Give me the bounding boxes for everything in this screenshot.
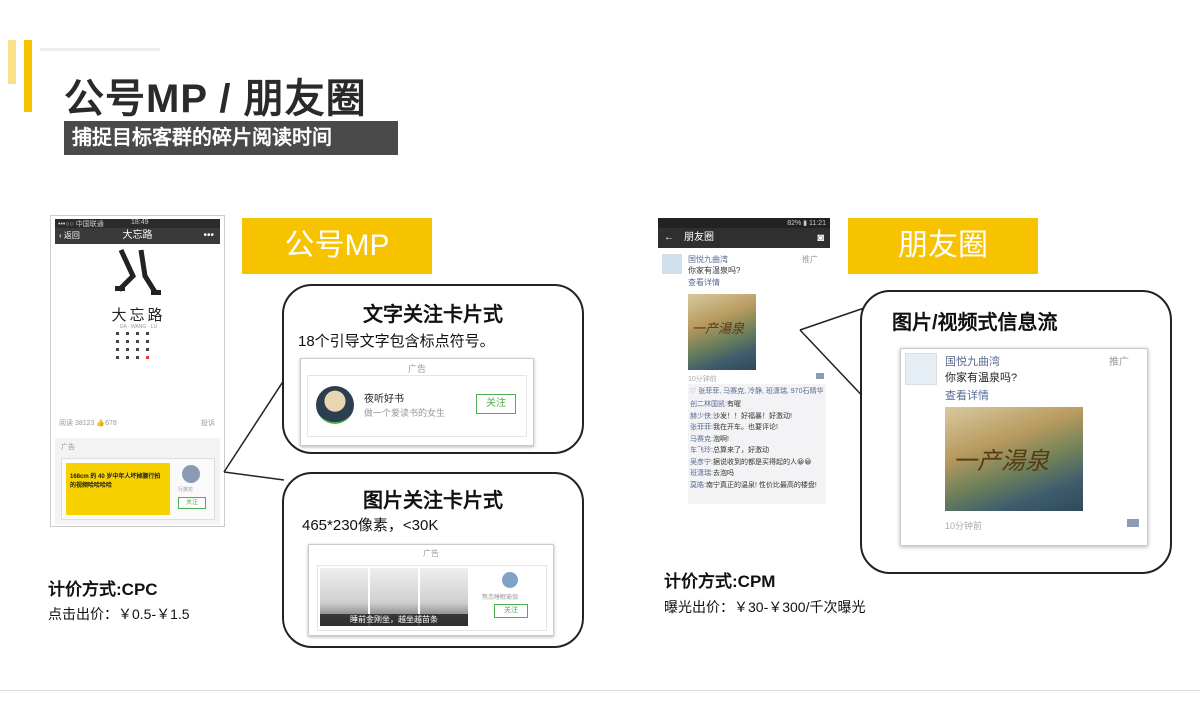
header-divider xyxy=(40,48,160,51)
nav-title: 朋友圈 xyxy=(684,232,714,243)
moments-pricing-value: 曝光出价：￥30-￥300/千次曝光 xyxy=(664,599,866,615)
image-card-desc: 465*230像素，<30K xyxy=(302,517,439,534)
camera-icon[interactable]: ◙ xyxy=(817,228,824,248)
moments-preview: 国悦九曲湾 推广 你家有温泉吗? 查看详情 一产湯泉 10分钟前 xyxy=(900,348,1148,546)
image-card-title: 图片关注卡片式 xyxy=(363,490,503,512)
brand-logo: 大忘路 xyxy=(111,306,166,324)
account-avatar xyxy=(905,353,937,385)
ad-label: 广告 xyxy=(61,444,75,451)
account-slogan: 做一个爱读书的女生 xyxy=(364,408,446,418)
follow-button[interactable]: 关注 xyxy=(494,604,528,618)
text-card-preview: 广告 夜听好书 做一个爱读书的女生 关注 xyxy=(300,358,534,446)
ad-area: 广告 168cm 的 40 岁中年人坏掉腰行拍的视频哈哈哈哈 行旅花 关注 xyxy=(55,438,220,524)
comment-item: 车飞玲:总算来了，好激动 xyxy=(690,447,769,454)
back-arrow-icon[interactable]: ← xyxy=(664,228,674,248)
promo-label: 推广 xyxy=(1109,357,1129,368)
post-time: 10分钟前 xyxy=(945,521,983,531)
footer-divider xyxy=(0,690,1200,691)
follow-button[interactable]: 关注 xyxy=(178,497,206,509)
status-bar: 82% ▮ 11:21 xyxy=(658,218,830,228)
comment-item: 马赛克:泡啊! xyxy=(690,435,729,443)
mp-pricing-label: 计价方式:CPC xyxy=(48,580,158,599)
mp-phone-mock: •••○○ 中国联通 18:49 ‹ 返回 大忘路 ••• 大忘路 DA · W… xyxy=(50,215,225,527)
comment-item: 吴彦宁:据说收到的都是买得起的人😀😀 xyxy=(690,458,812,466)
header-accent-light xyxy=(8,40,16,84)
brand-subtitle: DA · WANG · LU xyxy=(119,324,158,330)
nav-title: 大忘路 xyxy=(122,230,153,241)
text-card-title: 文字关注卡片式 xyxy=(363,304,503,326)
moments-bubble-title: 图片/视频式信息流 xyxy=(892,312,1058,334)
moments-tag: 朋友圈 xyxy=(848,218,1038,274)
account-name: 夜听好书 xyxy=(364,394,404,405)
text-card-desc: 18个引导文字包含标点符号。 xyxy=(298,333,495,350)
brand-pattern xyxy=(116,332,149,359)
image-card-bubble: 图片关注卡片式 465*230像素，<30K 广告 睡前金刚坐，越坐越苗条 熬恋… xyxy=(282,472,584,648)
ad-account: 行旅花 xyxy=(178,487,194,493)
image-card-preview: 广告 睡前金刚坐，越坐越苗条 熬恋睡眠瑜伽 关注 xyxy=(308,544,554,636)
account-name[interactable]: 国悦九曲湾 xyxy=(945,353,1000,369)
details-link[interactable]: 查看详情 xyxy=(945,387,989,403)
text-card-bubble: 文字关注卡片式 18个引导文字包含标点符号。 广告 夜听好书 做一个爱读书的女生… xyxy=(282,284,584,454)
page-subtitle: 捕捉目标客群的碎片阅读时间 xyxy=(64,121,398,155)
comment-item: 莫皓:南宁真正的温泉! 性价比最高的楼盘! xyxy=(690,481,817,489)
image-ad-card[interactable]: 睡前金刚坐，越坐越苗条 熬恋睡眠瑜伽 关注 xyxy=(317,565,547,631)
comment-icon[interactable] xyxy=(1127,519,1139,527)
preview-ad-label: 广告 xyxy=(423,549,439,558)
mp-pricing-value: 点击出价：￥0.5-￥1.5 xyxy=(48,606,190,622)
status-bar: •••○○ 中国联通 18:49 xyxy=(55,219,220,228)
phone-navbar: ‹ 返回 大忘路 ••• xyxy=(55,228,220,244)
comment-item: 班潇瑞:去泡吗 xyxy=(690,470,734,477)
account-avatar xyxy=(502,572,518,588)
details-link[interactable]: 查看详情 xyxy=(688,277,720,288)
moments-bubble: 图片/视频式信息流 国悦九曲湾 推广 你家有温泉吗? 查看详情 一产湯泉 10分… xyxy=(860,290,1172,574)
post-photo[interactable]: 一产湯泉 xyxy=(688,294,756,370)
image-caption: 睡前金刚坐，越坐越苗条 xyxy=(320,614,468,626)
account-name[interactable]: 国悦九曲湾 xyxy=(688,254,728,265)
post-text: 你家有温泉吗? xyxy=(688,266,741,275)
status-time: 18:49 xyxy=(131,219,149,226)
photo-text: 一产湯泉 xyxy=(953,447,1049,475)
back-button[interactable]: ‹ 返回 xyxy=(59,228,80,244)
header-accent xyxy=(24,40,32,112)
more-icon[interactable]: ••• xyxy=(203,228,214,244)
report-link[interactable]: 投诉 xyxy=(201,418,215,428)
account-avatar xyxy=(182,465,200,483)
ad-banner: 168cm 的 40 岁中年人坏掉腰行拍的视频哈哈哈哈 xyxy=(66,463,170,515)
preview-ad-label: 广告 xyxy=(407,364,426,374)
moments-pricing-label: 计价方式:CPM xyxy=(664,572,776,591)
account-card[interactable]: 夜听好书 做一个爱读书的女生 关注 xyxy=(307,375,527,437)
post-time: 10分钟前 xyxy=(688,376,717,383)
photo-text: 一产湯泉 xyxy=(692,322,745,337)
read-stats: 阅读 38123 👍678 xyxy=(59,420,117,427)
account-avatar xyxy=(316,386,354,424)
follow-button[interactable]: 关注 xyxy=(476,394,516,414)
post-text: 你家有温泉吗? xyxy=(945,372,1018,384)
ad-card[interactable]: 168cm 的 40 岁中年人坏掉腰行拍的视频哈哈哈哈 行旅花 关注 xyxy=(61,458,215,520)
status-right: 82% ▮ 11:21 xyxy=(787,220,826,227)
comment-item: 张菲菲:我在开车。也要评论! xyxy=(690,424,778,431)
image-account: 熬恋睡眠瑜伽 xyxy=(482,595,519,601)
promo-label: 推广 xyxy=(802,255,818,264)
page-title: 公号MP / 朋友圈 xyxy=(64,77,367,121)
walking-figure-icon xyxy=(115,248,161,295)
moments-navbar: ← 朋友圈 ◙ xyxy=(658,228,830,248)
account-avatar xyxy=(662,254,682,274)
mp-tag: 公号MP xyxy=(242,218,432,274)
post-photo[interactable]: 一产湯泉 xyxy=(945,407,1083,511)
